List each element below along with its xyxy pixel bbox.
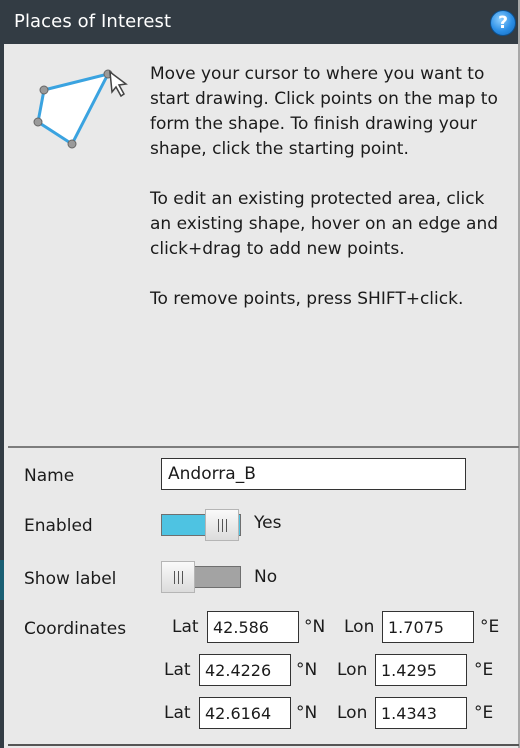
panel-title: Places of Interest (14, 11, 172, 32)
drawing-instructions: Move your cursor to where you want to st… (150, 62, 510, 337)
instruction-paragraph: To remove points, press SHIFT+click. (150, 289, 464, 309)
bottom-divider (8, 744, 519, 746)
lon-input[interactable] (375, 654, 467, 686)
lat-unit: °N (296, 703, 318, 723)
show-label-label: Show label (24, 569, 117, 589)
show-label-state-text: No (254, 567, 278, 587)
vertex-point (67, 139, 77, 149)
toggle-knob[interactable] (161, 561, 195, 593)
lon-unit: °E (480, 617, 500, 637)
lat-input[interactable] (199, 654, 291, 686)
coordinate-row: Lat °N Lon °E (4, 697, 520, 729)
coordinate-row: Lat °N Lon °E (4, 654, 520, 686)
enabled-state-text: Yes (254, 513, 282, 533)
lon-unit: °E (474, 660, 494, 680)
lon-input[interactable] (382, 611, 474, 643)
places-of-interest-panel: Places of Interest ? Move your cursor to… (0, 0, 520, 748)
instruction-paragraph: To edit an existing protected area, clic… (150, 189, 499, 259)
vertex-point (39, 85, 49, 95)
name-input[interactable] (161, 458, 466, 490)
name-label: Name (24, 466, 75, 486)
lat-label: Lat (164, 703, 191, 723)
panel-header: Places of Interest ? (4, 0, 518, 44)
lon-label: Lon (337, 660, 368, 680)
panel-edge-accent (0, 560, 4, 600)
enabled-toggle[interactable] (161, 509, 241, 541)
instruction-paragraph: Move your cursor to where you want to st… (150, 64, 498, 159)
lon-unit: °E (474, 703, 494, 723)
section-divider (8, 446, 519, 448)
lat-label: Lat (172, 617, 199, 637)
vertex-point (33, 117, 43, 127)
lat-unit: °N (304, 617, 326, 637)
lon-input[interactable] (375, 697, 467, 729)
lon-label: Lon (337, 703, 368, 723)
toggle-knob[interactable] (205, 509, 239, 541)
enabled-label: Enabled (24, 516, 93, 536)
polygon-draw-icon (33, 69, 128, 149)
coordinate-row: Lat °N Lon °E (4, 611, 520, 643)
help-button[interactable]: ? (490, 10, 516, 36)
help-circle-icon: ? (498, 13, 508, 33)
lat-unit: °N (296, 660, 318, 680)
lat-label: Lat (164, 660, 191, 680)
lon-label: Lon (344, 617, 375, 637)
polygon-shape (36, 71, 111, 147)
lat-input[interactable] (207, 611, 299, 643)
lat-input[interactable] (199, 697, 291, 729)
cursor-arrow-icon (109, 70, 128, 98)
show-label-toggle[interactable] (161, 561, 241, 593)
